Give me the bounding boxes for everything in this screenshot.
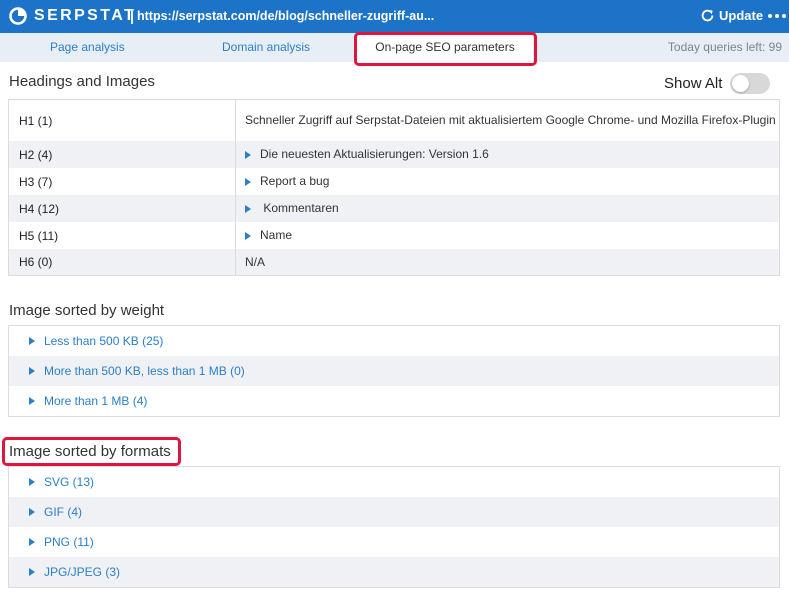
heading-text: Name <box>260 228 293 242</box>
heading-text: Die neuesten Aktualisierungen: Version 1… <box>260 147 489 161</box>
expand-triangle-icon[interactable] <box>245 150 251 159</box>
list-item[interactable]: PNG (11) <box>9 527 779 557</box>
expand-triangle-icon[interactable] <box>245 204 251 213</box>
list-item-label[interactable]: SVG (13) <box>44 475 94 489</box>
update-button[interactable]: Update <box>700 8 763 23</box>
more-icon[interactable] <box>768 14 786 18</box>
heading-level: H1 (1) <box>9 100 236 141</box>
url-separator: | <box>130 8 134 24</box>
refresh-icon <box>701 9 714 22</box>
list-item[interactable]: SVG (13) <box>9 467 779 497</box>
heading-row-h3[interactable]: H3 (7) Report a bug <box>9 168 779 195</box>
serpstat-logo[interactable]: SERPSTAT <box>9 7 136 25</box>
headings-title: Headings and Images <box>9 73 155 90</box>
update-label: Update <box>719 8 764 23</box>
expand-triangle-icon <box>29 538 35 546</box>
heading-level: H3 (7) <box>9 168 236 195</box>
page-url: https://serpstat.com/de/blog/schneller-z… <box>137 9 435 23</box>
heading-row-h6: H6 (0) N/A <box>9 249 779 275</box>
expand-triangle-icon[interactable] <box>245 177 251 186</box>
heading-level: H4 (12) <box>9 195 236 222</box>
list-item-label[interactable]: JPG/JPEG (3) <box>44 565 120 579</box>
expand-triangle-icon <box>29 397 35 405</box>
highlight-tab-box <box>354 32 537 66</box>
expand-triangle-icon <box>29 367 35 375</box>
list-item-label[interactable]: PNG (11) <box>44 535 94 549</box>
show-alt-label: Show Alt <box>664 75 723 92</box>
queries-left: Today queries left: 99 <box>667 40 782 54</box>
show-alt-toggle[interactable] <box>730 73 770 94</box>
list-item[interactable]: Less than 500 KB (25) <box>9 326 779 356</box>
expand-triangle-icon <box>29 337 35 345</box>
list-item[interactable]: GIF (4) <box>9 497 779 527</box>
list-item[interactable]: More than 500 KB, less than 1 MB (0) <box>9 356 779 386</box>
heading-text: Report a bug <box>260 174 330 188</box>
tab-page-analysis[interactable]: Page analysis <box>50 40 125 54</box>
weight-section-title: Image sorted by weight <box>9 302 165 319</box>
weight-list: Less than 500 KB (25) More than 500 KB, … <box>8 325 780 417</box>
heading-level: H5 (11) <box>9 222 236 249</box>
heading-level: H6 (0) <box>9 249 236 275</box>
headings-table: H1 (1) Schneller Zugriff auf Serpstat-Da… <box>8 99 780 276</box>
serpstat-logo-icon <box>9 7 27 25</box>
top-bar: SERPSTAT | https://serpstat.com/de/blog/… <box>0 0 789 33</box>
list-item[interactable]: More than 1 MB (4) <box>9 386 779 416</box>
highlight-formats-box <box>2 437 181 466</box>
list-item-label[interactable]: More than 1 MB (4) <box>44 394 147 408</box>
heading-row-h5[interactable]: H5 (11) Name <box>9 222 779 249</box>
list-item[interactable]: JPG/JPEG (3) <box>9 557 779 587</box>
expand-triangle-icon <box>29 508 35 516</box>
heading-text: N/A <box>245 254 266 269</box>
heading-text: Kommentaren <box>260 201 339 215</box>
list-item-label[interactable]: GIF (4) <box>44 505 82 519</box>
expand-triangle-icon[interactable] <box>245 231 251 240</box>
heading-row-h1: H1 (1) Schneller Zugriff auf Serpstat-Da… <box>9 100 779 141</box>
toggle-knob <box>732 75 749 92</box>
formats-list: SVG (13) GIF (4) PNG (11) JPG/JPEG (3) <box>8 466 780 588</box>
list-item-label[interactable]: Less than 500 KB (25) <box>44 334 163 348</box>
heading-text: Schneller Zugriff auf Serpstat-Dateien m… <box>245 113 776 127</box>
heading-row-h4[interactable]: H4 (12) Kommentaren <box>9 195 779 222</box>
expand-triangle-icon <box>29 478 35 486</box>
heading-row-h2[interactable]: H2 (4) Die neuesten Aktualisierungen: Ve… <box>9 141 779 168</box>
tab-domain-analysis[interactable]: Domain analysis <box>222 40 310 54</box>
list-item-label[interactable]: More than 500 KB, less than 1 MB (0) <box>44 364 245 378</box>
brand-name: SERPSTAT <box>34 7 137 24</box>
expand-triangle-icon <box>29 568 35 576</box>
heading-level: H2 (4) <box>9 141 236 168</box>
